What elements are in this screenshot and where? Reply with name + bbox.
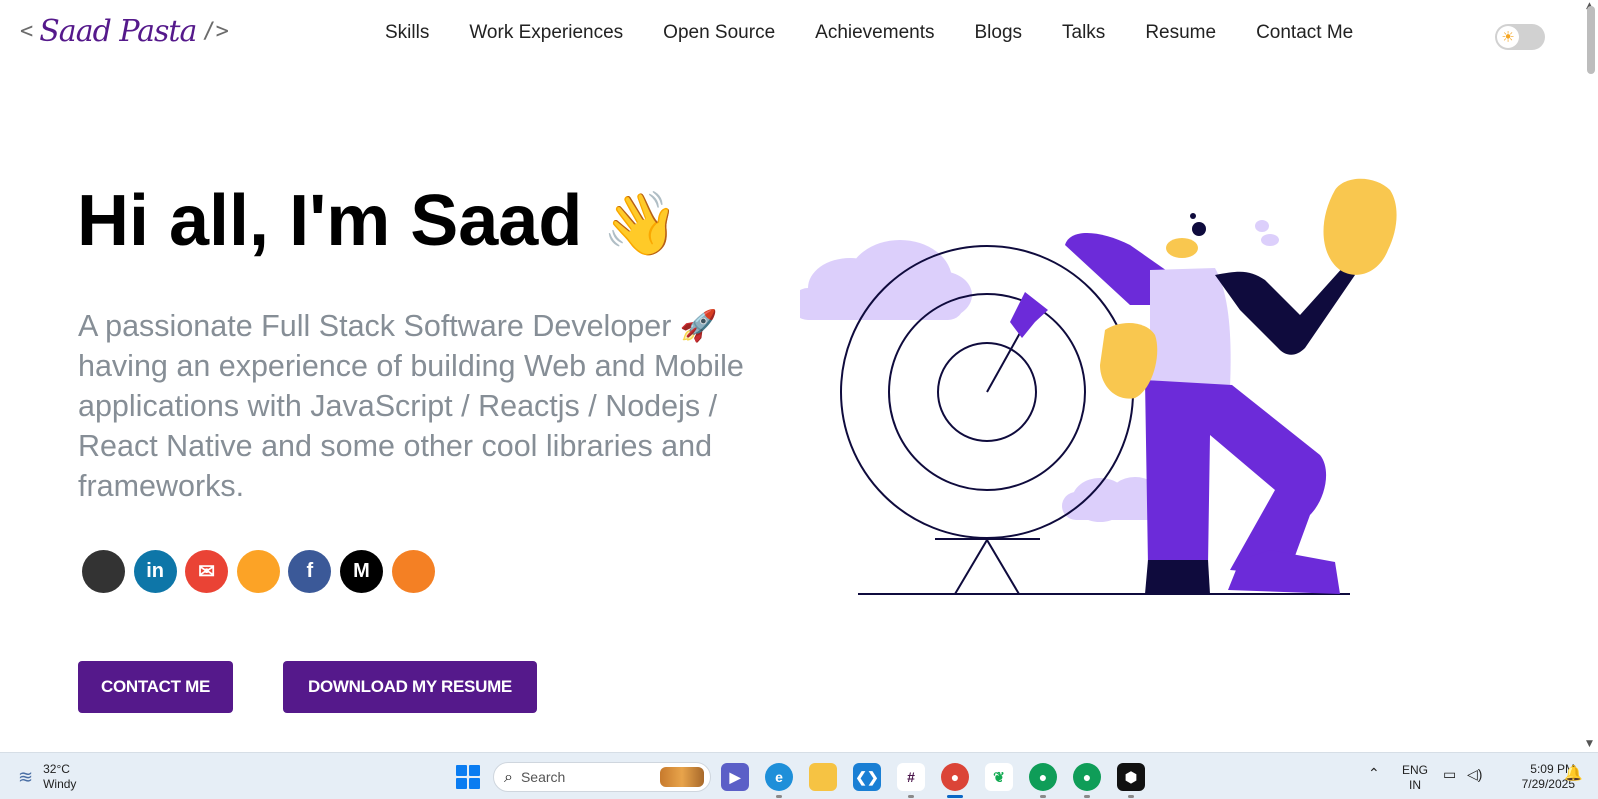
active-indicator	[947, 795, 963, 798]
nav-work-experiences[interactable]: Work Experiences	[469, 22, 623, 44]
edge-icon[interactable]: e	[765, 763, 793, 791]
file-explorer-icon[interactable]	[809, 763, 837, 791]
weather-widget[interactable]: ≋ 32°C Windy	[18, 762, 76, 792]
search-icon: ⌕	[504, 767, 513, 786]
nav-blogs[interactable]: Blogs	[974, 22, 1022, 44]
windows-taskbar: ≋ 32°C Windy ⌕ Search ▶ e ❮❯ # ● ❦ ● ● ⬢…	[0, 752, 1598, 799]
stackoverflow-icon[interactable]	[391, 550, 435, 593]
download-resume-button[interactable]: DOWNLOAD MY RESUME	[283, 661, 537, 713]
site-logo[interactable]: < Saad Pasta />	[20, 14, 229, 49]
waving-hand-icon: 👋	[602, 190, 680, 259]
running-indicator	[1084, 795, 1090, 798]
app-icon[interactable]: ⬢	[1117, 763, 1145, 791]
running-indicator	[908, 795, 914, 798]
network-icon[interactable]: ▭	[1443, 767, 1456, 782]
language-line2: IN	[1409, 778, 1421, 792]
vscode-icon[interactable]: ❮❯	[853, 763, 881, 791]
search-placeholder: Search	[520, 769, 566, 785]
taskbar-search[interactable]: ⌕ Search	[493, 762, 711, 792]
medium-icon[interactable]: M	[339, 550, 383, 593]
logo-open-bracket: <	[20, 19, 34, 44]
chrome-profile-icon[interactable]: ●	[1029, 763, 1057, 791]
chrome-profile-icon-2[interactable]: ●	[1073, 763, 1101, 791]
social-links: in ✉ f M	[82, 550, 443, 593]
language-line1: ENG	[1401, 763, 1428, 777]
email-icon[interactable]: ✉	[185, 550, 229, 593]
slack-icon[interactable]: #	[897, 763, 925, 791]
volume-icon[interactable]: ◁)	[1467, 767, 1482, 782]
nav-resume[interactable]: Resume	[1145, 22, 1216, 44]
hero-illustration	[800, 178, 1397, 595]
hero-greeting: Hi all, I'm Saad 👋	[77, 180, 680, 262]
wind-icon: ≋	[18, 766, 34, 788]
greeting-text: Hi all, I'm Saad	[77, 181, 583, 261]
start-button[interactable]	[456, 765, 480, 789]
logo-close-bracket: />	[202, 19, 229, 44]
nav-contact-me[interactable]: Contact Me	[1256, 22, 1353, 44]
notification-bell-icon[interactable]: 🔔	[1564, 766, 1583, 781]
running-indicator	[776, 795, 782, 798]
gitlab-icon[interactable]	[236, 550, 280, 593]
weather-temp: 32°C	[43, 762, 70, 776]
nav-skills[interactable]: Skills	[385, 22, 429, 44]
scrollbar-thumb[interactable]	[1587, 6, 1595, 74]
clock-time: 5:09 PM	[1530, 762, 1575, 776]
portfolio-page: < Saad Pasta /> Skills Work Experiences …	[0, 0, 1583, 752]
language-indicator[interactable]: ENG IN	[1400, 763, 1430, 793]
hero-subtitle: A passionate Full Stack Software Develop…	[78, 309, 744, 503]
mongodb-icon[interactable]: ❦	[985, 763, 1013, 791]
show-hidden-icons-icon[interactable]: ⌃	[1368, 766, 1380, 781]
github-icon[interactable]	[82, 550, 125, 593]
meet-icon[interactable]: ▶	[721, 763, 749, 791]
clock-date: 7/29/2025	[1521, 777, 1575, 791]
logo-name: Saad Pasta	[39, 14, 197, 49]
page-scrollbar[interactable]: ▲ ▼	[1583, 0, 1598, 752]
running-indicator	[1040, 795, 1046, 798]
contact-me-button[interactable]: CONTACT ME	[78, 661, 233, 713]
linkedin-icon[interactable]: in	[133, 550, 177, 593]
main-nav: Skills Work Experiences Open Source Achi…	[385, 22, 1393, 44]
nav-achievements[interactable]: Achievements	[815, 22, 934, 44]
nav-open-source[interactable]: Open Source	[663, 22, 775, 44]
weather-desc: Windy	[43, 777, 77, 791]
chrome-icon[interactable]: ●	[941, 763, 969, 791]
search-highlight-image	[660, 767, 704, 787]
nav-talks[interactable]: Talks	[1062, 22, 1105, 44]
person-figure	[1065, 178, 1397, 594]
system-clock[interactable]: 5:09 PM 7/29/2025	[1495, 762, 1575, 792]
running-indicator	[1128, 795, 1134, 798]
theme-toggle[interactable]: ☀	[1495, 24, 1545, 50]
sun-icon: ☀	[1497, 26, 1519, 48]
scroll-down-icon[interactable]: ▼	[1586, 740, 1593, 749]
facebook-icon[interactable]: f	[288, 550, 332, 593]
